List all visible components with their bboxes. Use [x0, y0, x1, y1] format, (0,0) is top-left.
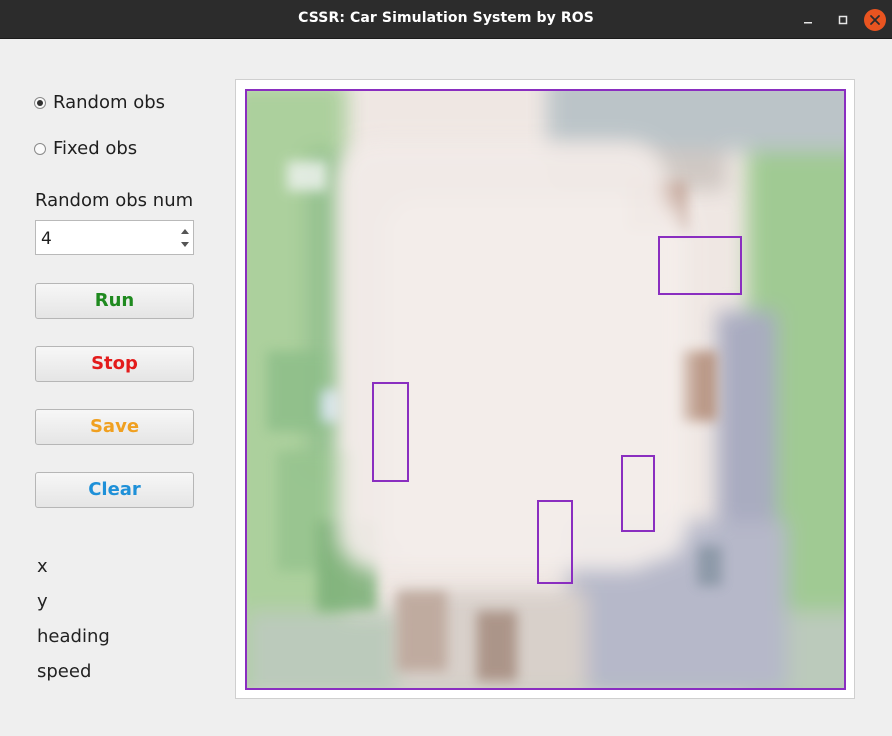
chevron-up-icon [181, 229, 189, 234]
chevron-down-icon [181, 242, 189, 247]
title-bar: CSSR: Car Simulation System by ROS [0, 0, 892, 39]
aerial-map-image [247, 91, 844, 688]
minimize-button[interactable] [797, 9, 819, 31]
run-button[interactable]: Run [35, 283, 194, 319]
random-obs-num-spinbox[interactable]: 4 [35, 220, 194, 255]
window-title: CSSR: Car Simulation System by ROS [298, 10, 594, 26]
close-icon [870, 15, 880, 25]
spin-up-button[interactable] [179, 224, 191, 238]
close-button[interactable] [864, 9, 886, 31]
fixed-obs-radio[interactable]: Fixed obs [34, 138, 137, 159]
random-obs-radio[interactable]: Random obs [34, 92, 165, 113]
maximize-icon [838, 15, 848, 25]
random-obs-label: Random obs [53, 92, 166, 113]
spin-arrows [177, 221, 193, 254]
simulation-map[interactable] [245, 89, 846, 690]
minimize-icon [804, 22, 812, 24]
stop-button[interactable]: Stop [35, 346, 194, 382]
radio-unchecked-icon [34, 142, 46, 155]
y-label: y [37, 591, 48, 612]
random-obs-num-value[interactable]: 4 [41, 229, 52, 249]
radio-checked-icon [34, 96, 46, 109]
clear-button[interactable]: Clear [35, 472, 194, 508]
maximize-button[interactable] [832, 9, 854, 31]
spin-down-button[interactable] [179, 238, 191, 252]
speed-label: speed [37, 661, 92, 682]
x-label: x [37, 556, 48, 577]
random-obs-num-label: Random obs num [35, 190, 194, 211]
fixed-obs-label: Fixed obs [53, 138, 138, 159]
save-button[interactable]: Save [35, 409, 194, 445]
heading-label: heading [37, 626, 110, 647]
